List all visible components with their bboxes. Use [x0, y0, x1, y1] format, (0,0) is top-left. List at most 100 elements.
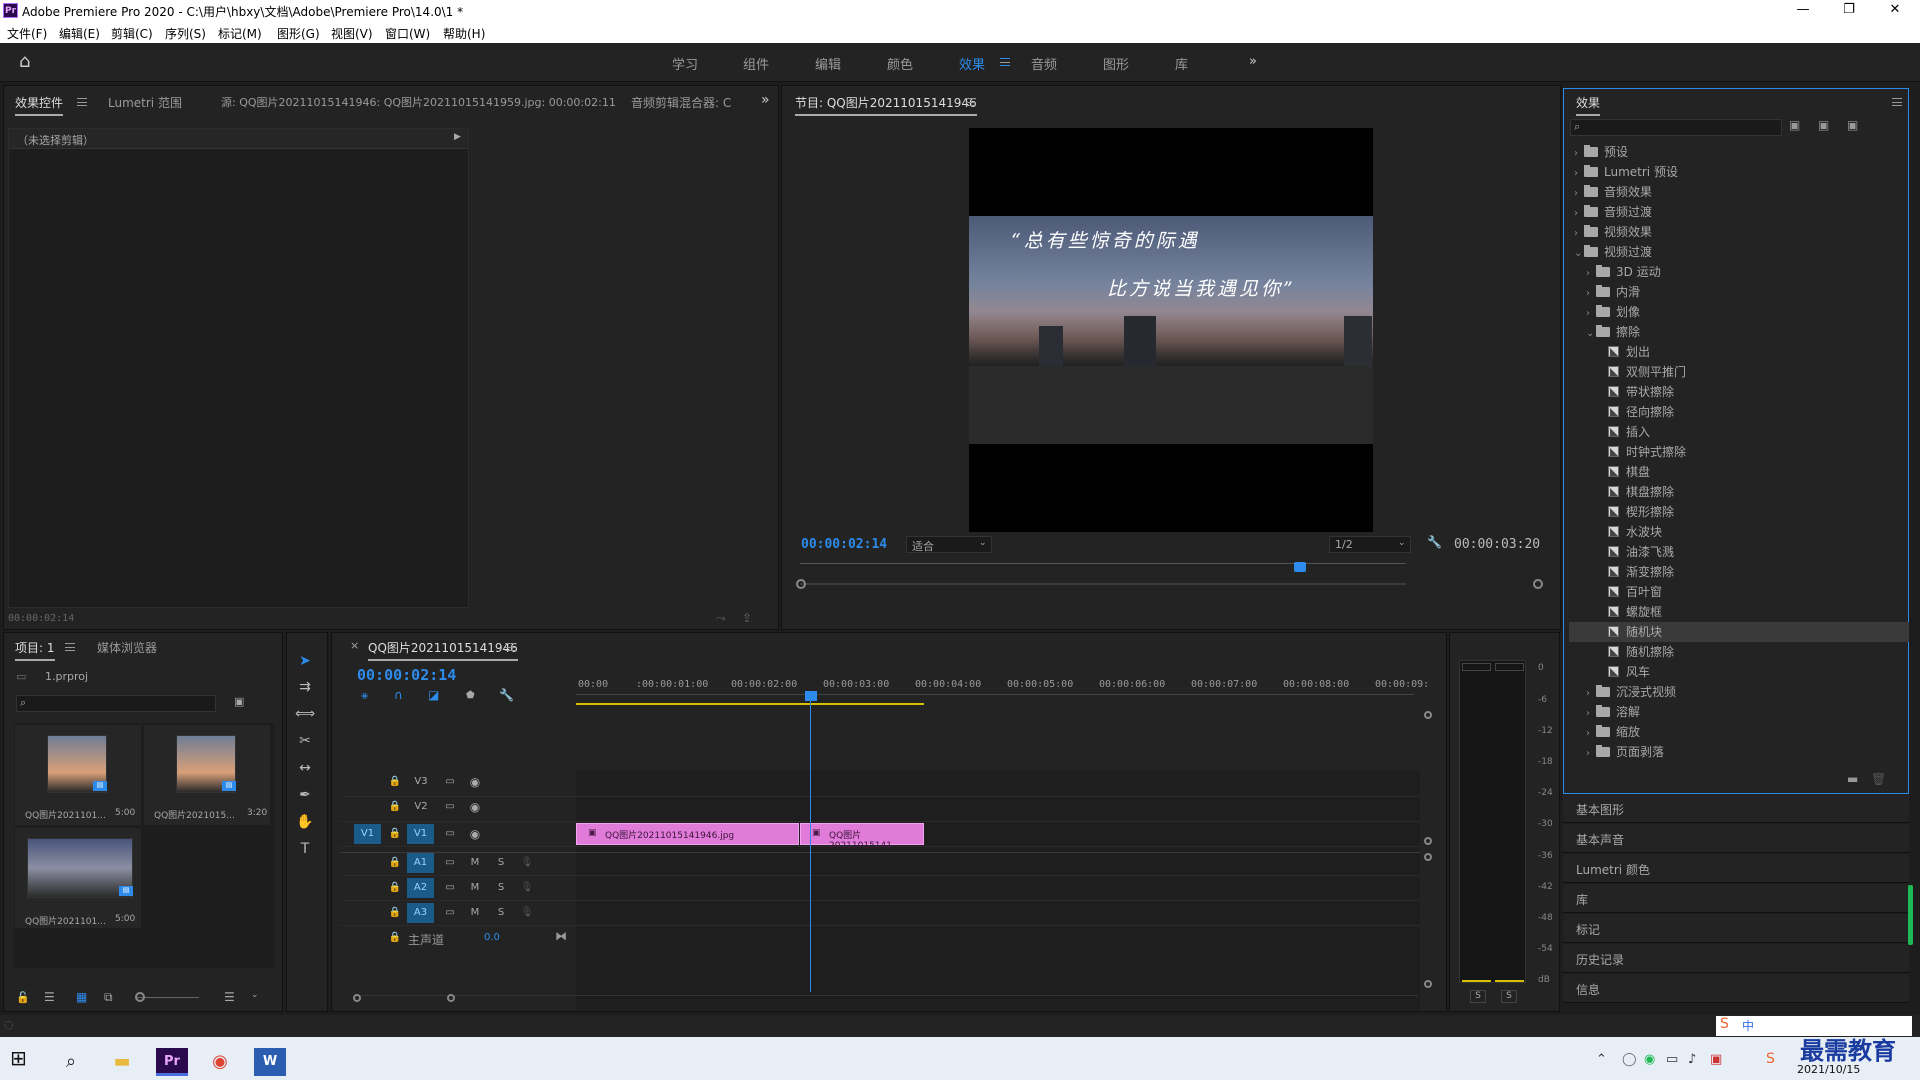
search-icon[interactable]: ⌕: [55, 1048, 87, 1076]
workspace-menu-icon[interactable]: [1000, 58, 1010, 66]
solo-left-button[interactable]: S: [1470, 990, 1486, 1003]
effects-item[interactable]: 带状擦除: [1569, 382, 1909, 402]
timeline-horizontal-scroll[interactable]: [353, 995, 1418, 1003]
program-video-frame[interactable]: “总有些惊奇的际遇 比方说当我遇见你”: [969, 128, 1373, 532]
track-label-a2[interactable]: A2: [407, 878, 434, 898]
slip-tool-icon[interactable]: ↔: [295, 758, 315, 778]
ripple-edit-tool-icon[interactable]: ⟺: [295, 704, 315, 724]
mute-button[interactable]: M: [466, 905, 484, 921]
chevron-right-icon[interactable]: ›: [1574, 164, 1584, 184]
solo-button[interactable]: S: [492, 855, 510, 871]
project-item[interactable]: ▤ QQ图片2021101... 5:00: [15, 725, 141, 825]
new-bin-icon[interactable]: ▬: [1847, 772, 1858, 786]
effects-folder[interactable]: › 预设: [1569, 142, 1909, 162]
tab-lumetri-scopes[interactable]: Lumetri 范围: [108, 94, 182, 111]
effects-item[interactable]: 插入: [1569, 422, 1909, 442]
chevron-down-icon[interactable]: ⌄: [251, 990, 259, 1000]
effects-folder[interactable]: › 音频效果: [1569, 182, 1909, 202]
source-patch-v1[interactable]: V1: [354, 824, 381, 844]
volume-icon[interactable]: ♪: [1688, 1052, 1696, 1067]
lock-icon[interactable]: 🔒: [386, 880, 404, 896]
workspace-assembly[interactable]: 组件: [743, 54, 769, 73]
word-icon[interactable]: W: [254, 1048, 286, 1076]
project-item[interactable]: ▤ QQ图片2021015... 3:20: [144, 725, 270, 825]
linked-selection-icon[interactable]: ∩: [394, 688, 403, 702]
close-sequence-icon[interactable]: ×: [350, 639, 359, 652]
timeline-clip[interactable]: ▣ QQ图片20211015141946.jpg: [576, 823, 799, 845]
tab-source[interactable]: 源: QQ图片20211015141946: QQ图片2021101514195…: [221, 94, 616, 110]
sync-lock-icon[interactable]: ▭: [441, 826, 459, 842]
chevron-right-icon[interactable]: ›: [1586, 284, 1596, 304]
chevron-right-icon[interactable]: ›: [1586, 704, 1596, 724]
lock-icon[interactable]: 🔓: [16, 991, 30, 1004]
zoom-slider-handle[interactable]: [135, 992, 145, 1002]
scroll-handle[interactable]: [1424, 853, 1432, 861]
hand-tool-icon[interactable]: ✋: [295, 812, 315, 832]
timeline-playhead-line[interactable]: [810, 700, 811, 992]
project-search-input[interactable]: ⌕: [16, 695, 216, 712]
more-tabs-icon[interactable]: »: [761, 92, 770, 108]
lock-icon[interactable]: 🔒: [386, 799, 404, 815]
zoom-slider[interactable]: [137, 997, 199, 998]
menu-clip[interactable]: 剪辑(C): [111, 25, 153, 42]
effects-item[interactable]: 划出: [1569, 342, 1909, 362]
timeline-ruler[interactable]: [576, 694, 1414, 702]
workspace-audio[interactable]: 音频: [1031, 54, 1057, 73]
sequence-menu-icon[interactable]: [505, 643, 515, 651]
workspace-libraries[interactable]: 库: [1175, 54, 1188, 73]
panel-lumetri-color[interactable]: Lumetri 颜色: [1563, 854, 1909, 883]
menu-view[interactable]: 视图(V): [331, 25, 373, 42]
chevron-down-icon[interactable]: ⌄: [1586, 324, 1596, 344]
work-area-bar[interactable]: [576, 703, 924, 705]
tab-project[interactable]: 项目: 1: [15, 639, 55, 661]
panel-essential-graphics[interactable]: 基本图形: [1563, 794, 1909, 823]
effects-item[interactable]: 油漆飞溅: [1569, 542, 1909, 562]
close-icon[interactable]: ✕: [1872, 0, 1918, 22]
timeline-clip[interactable]: ▣ QQ图片20211015141: [800, 823, 924, 851]
timeline-timecode[interactable]: 00:00:02:14: [357, 666, 456, 684]
menu-graphics[interactable]: 图形(G): [277, 25, 320, 42]
effects-menu-icon[interactable]: [1892, 98, 1902, 106]
panel-menu-icon[interactable]: [77, 98, 87, 106]
effects-item[interactable]: 随机块: [1569, 622, 1909, 642]
sequence-tab[interactable]: QQ图片20211015141946: [368, 639, 518, 661]
effects-item[interactable]: 水波块: [1569, 522, 1909, 542]
effects-item[interactable]: 螺旋框: [1569, 602, 1909, 622]
sync-lock-icon[interactable]: ▭: [441, 905, 459, 921]
tray-chevron-icon[interactable]: ⌃: [1596, 1052, 1607, 1067]
workspace-graphics[interactable]: 图形: [1103, 54, 1129, 73]
effects-item[interactable]: 楔形擦除: [1569, 502, 1909, 522]
effects-item[interactable]: 百叶窗: [1569, 582, 1909, 602]
workspace-color[interactable]: 颜色: [887, 54, 913, 73]
zoom-handle-left[interactable]: [796, 579, 806, 589]
freeform-view-icon[interactable]: ⧉: [104, 990, 113, 1005]
eye-icon[interactable]: ◉: [466, 799, 484, 815]
effects-folder[interactable]: › 内滑: [1569, 282, 1909, 302]
program-monitor-title[interactable]: 节目: QQ图片20211015141946: [795, 94, 977, 116]
filter-icon[interactable]: ⤳: [716, 611, 726, 626]
solo-button[interactable]: S: [492, 905, 510, 921]
effects-item[interactable]: 棋盘擦除: [1569, 482, 1909, 502]
network-icon[interactable]: ▭: [1666, 1052, 1678, 1067]
solo-right-button[interactable]: S: [1501, 990, 1517, 1003]
icon-view-icon[interactable]: ▦: [76, 990, 87, 1004]
menu-edit[interactable]: 编辑(E): [59, 25, 100, 42]
effects-folder[interactable]: › 沉浸式视频: [1569, 682, 1909, 702]
program-zoom-bar[interactable]: [800, 583, 1406, 585]
effects-search-input[interactable]: ⌕: [1570, 119, 1782, 136]
lock-icon[interactable]: 🔒: [386, 855, 404, 871]
tab-audio-clip-mixer[interactable]: 音频剪辑混合器: C: [631, 94, 731, 111]
fit-select[interactable]: 适合 ⌄: [906, 536, 992, 553]
lock-icon[interactable]: 🔒: [386, 930, 404, 946]
mute-button[interactable]: M: [466, 855, 484, 871]
chevron-down-icon[interactable]: ⌄: [1574, 244, 1584, 264]
track-select-tool-icon[interactable]: ⇉: [295, 677, 315, 697]
export-icon[interactable]: ⇪: [742, 611, 752, 625]
tray-icon[interactable]: ▣: [1710, 1052, 1722, 1067]
project-menu-icon[interactable]: [65, 643, 75, 651]
microphone-icon[interactable]: 🎙: [518, 905, 536, 921]
effects-folder[interactable]: ⌄ 擦除: [1569, 322, 1909, 342]
timeline-playhead-handle[interactable]: [805, 691, 817, 701]
workspace-effects[interactable]: 效果: [959, 54, 985, 73]
scroll-handle[interactable]: [1424, 980, 1432, 988]
